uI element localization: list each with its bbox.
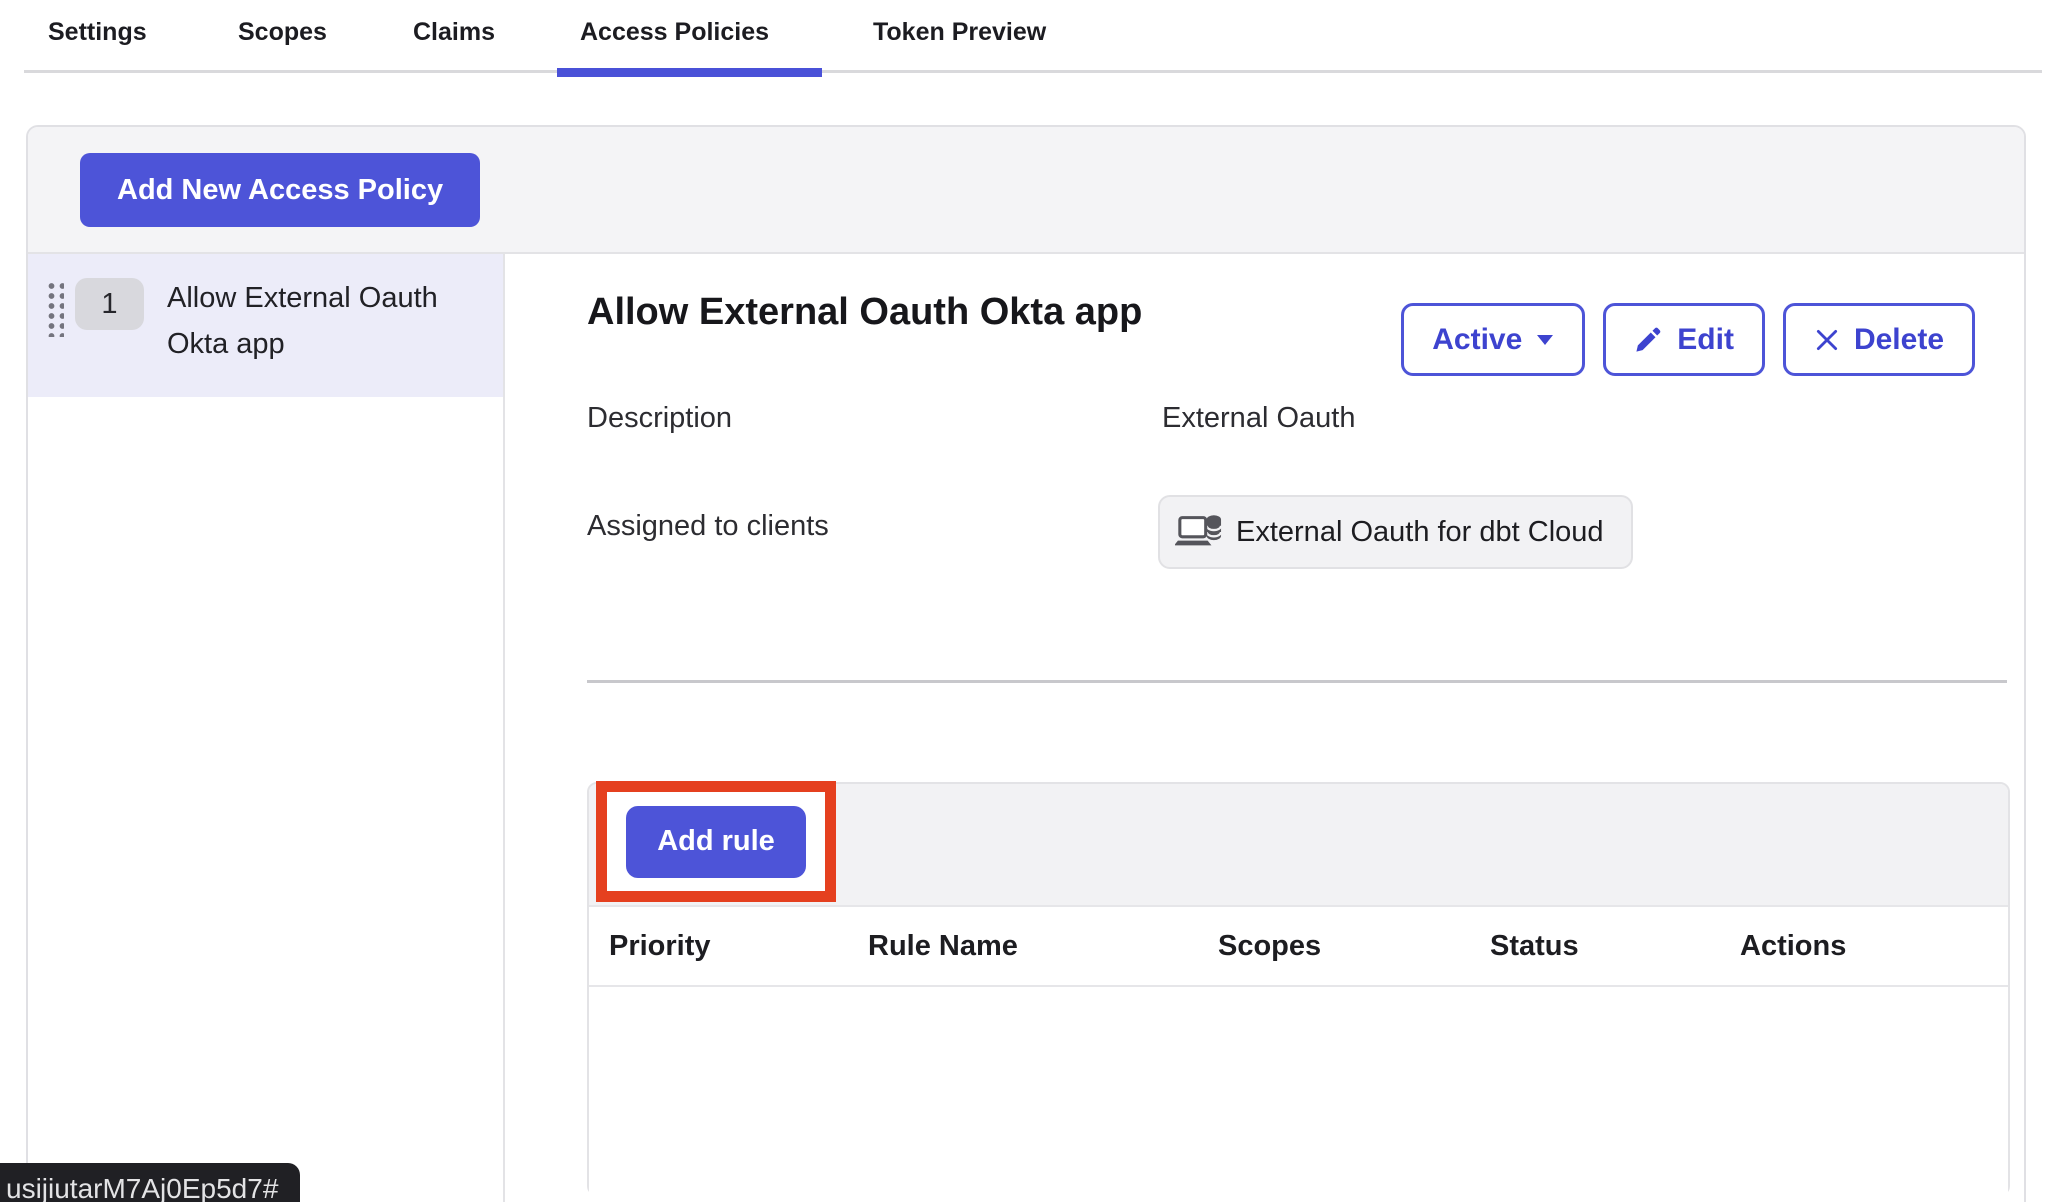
policy-detail: Allow External Oauth Okta app Active	[507, 254, 2024, 1202]
section-divider	[587, 680, 2007, 683]
tab-access-policies[interactable]: Access Policies	[580, 18, 769, 47]
active-status-dropdown[interactable]: Active	[1401, 303, 1585, 376]
description-value: External Oauth	[1162, 402, 1355, 435]
column-header-scopes: Scopes	[1218, 907, 1321, 985]
tab-token-preview[interactable]: Token Preview	[873, 18, 1046, 47]
tab-scopes[interactable]: Scopes	[238, 18, 327, 47]
pencil-icon	[1634, 325, 1663, 354]
add-rule-button[interactable]: Add rule	[626, 806, 806, 878]
rules-table-body-empty	[589, 987, 2008, 1202]
tabs-divider	[24, 70, 2042, 73]
description-label: Description	[587, 402, 732, 435]
assigned-client-chip[interactable]: External Oauth for dbt Cloud	[1158, 495, 1633, 569]
tab-claims[interactable]: Claims	[413, 18, 495, 47]
delete-button-label: Delete	[1854, 323, 1944, 357]
column-header-rule-name: Rule Name	[868, 907, 1018, 985]
active-tab-underline	[557, 68, 822, 77]
x-icon	[1814, 327, 1840, 353]
laptop-database-icon	[1175, 509, 1223, 555]
active-status-label: Active	[1432, 323, 1522, 357]
chevron-down-icon	[1536, 334, 1554, 346]
authorization-server-page: Settings Scopes Claims Access Policies T…	[0, 0, 2058, 1202]
rules-table-header: Priority Rule Name Scopes Status Actions	[589, 907, 2008, 987]
annotation-highlight-box: Add rule	[596, 781, 836, 902]
column-header-priority: Priority	[609, 907, 711, 985]
link-status-text: usijiutarM7Aj0Ep5d7#	[6, 1173, 278, 1202]
edit-button-label: Edit	[1677, 323, 1734, 357]
policy-title: Allow External Oauth Okta app	[587, 291, 1142, 334]
policy-action-buttons: Active Edit	[1401, 303, 1975, 376]
tabs-bar: Settings Scopes Claims Access Policies T…	[0, 0, 2058, 78]
policy-list-item[interactable]: 1 Allow External Oauth Okta app	[28, 254, 503, 397]
link-status-tooltip: usijiutarM7Aj0Ep5d7#	[0, 1163, 300, 1202]
policy-priority-badge: 1	[75, 278, 144, 330]
edit-policy-button[interactable]: Edit	[1603, 303, 1765, 376]
access-policies-panel: Add New Access Policy 1 Allow External O…	[26, 125, 2026, 1202]
delete-policy-button[interactable]: Delete	[1783, 303, 1975, 376]
policies-toolbar: Add New Access Policy	[28, 127, 2024, 254]
assigned-to-clients-label: Assigned to clients	[587, 510, 829, 543]
drag-handle-icon[interactable]	[46, 281, 64, 337]
add-new-access-policy-button[interactable]: Add New Access Policy	[80, 153, 480, 227]
tab-settings[interactable]: Settings	[48, 18, 147, 47]
policy-list-sidebar: 1 Allow External Oauth Okta app	[28, 254, 505, 1202]
rules-toolbar: Add rule	[589, 784, 2008, 907]
column-header-actions: Actions	[1740, 907, 1846, 985]
rules-card: Add rule Priority Rule Name Scopes Statu…	[587, 782, 2010, 1196]
column-header-status: Status	[1490, 907, 1579, 985]
policy-name: Allow External Oauth Okta app	[167, 275, 467, 367]
client-chip-label: External Oauth for dbt Cloud	[1236, 516, 1604, 549]
